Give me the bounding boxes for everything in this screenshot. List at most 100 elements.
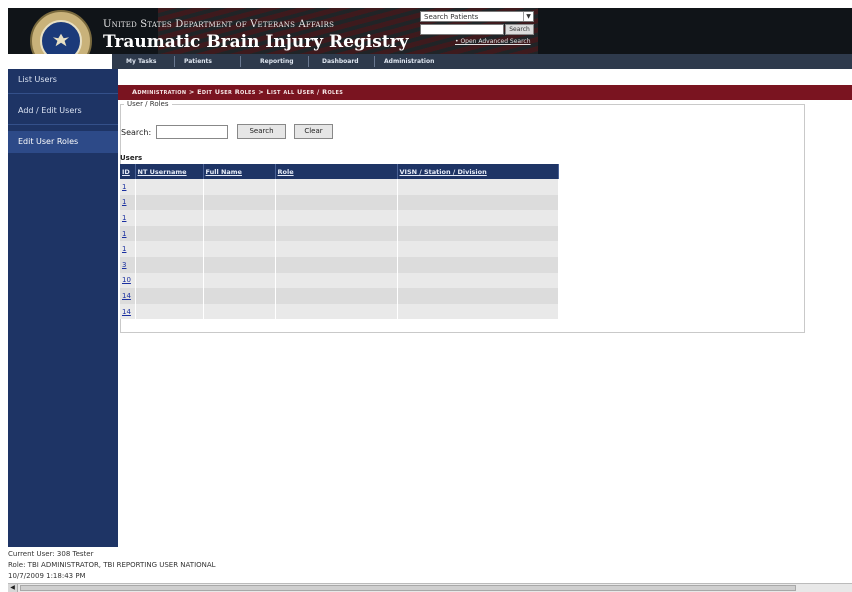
app-header: United States Department of Veterans Aff…: [8, 8, 852, 54]
top-nav: My Tasks Patients Reporting Dashboard Ad…: [112, 54, 852, 69]
table-cell: [397, 210, 559, 226]
table-cell: [275, 272, 398, 289]
scroll-left-icon[interactable]: ◀: [8, 584, 18, 592]
table-cell: [397, 225, 559, 242]
user-id-cell: 1: [120, 210, 136, 226]
search-label: Search:: [121, 128, 152, 137]
user-id-link[interactable]: 1: [122, 230, 126, 238]
table-cell: [203, 194, 276, 211]
user-id-cell: 10: [120, 272, 136, 289]
table-cell: [203, 241, 276, 257]
table-cell: [275, 303, 398, 320]
table-row: 3: [120, 256, 559, 273]
user-role-text: Role: TBI ADMINISTRATOR, TBI REPORTING U…: [8, 561, 216, 569]
clear-button[interactable]: Clear: [294, 124, 333, 139]
user-id-link[interactable]: 10: [122, 276, 131, 284]
table-cell: [275, 194, 398, 211]
table-cell: [275, 179, 398, 195]
nav-administration[interactable]: Administration: [384, 54, 434, 69]
agency-name: United States Department of Veterans Aff…: [103, 19, 335, 30]
user-id-cell: 3: [120, 256, 136, 273]
table-cell: [203, 303, 276, 320]
table-header-row: ID NT Username Full Name Role VISN / Sta…: [120, 164, 559, 179]
sidebar-item-edit-user-roles[interactable]: Edit User Roles: [8, 131, 118, 153]
user-id-cell: 14: [120, 288, 136, 304]
chevron-down-icon[interactable]: ▼: [523, 12, 533, 21]
table-cell: [203, 256, 276, 273]
sidebar-item-list-users[interactable]: List Users: [8, 69, 118, 91]
table-cell: [397, 288, 559, 304]
user-id-link[interactable]: 14: [122, 292, 131, 300]
user-id-link[interactable]: 14: [122, 308, 131, 316]
eagle-icon: [52, 33, 70, 47]
table-cell: [397, 272, 559, 289]
breadcrumb-bar: Administration > Edit User Roles > List …: [118, 85, 852, 100]
table-cell: [203, 288, 276, 304]
fieldset-legend: User / Roles: [124, 100, 172, 108]
table-row: 1: [120, 241, 559, 257]
column-header-visn[interactable]: VISN / Station / Division: [397, 164, 559, 179]
table-cell: [135, 241, 204, 257]
user-id-cell: 1: [120, 241, 136, 257]
table-row: 14: [120, 303, 559, 320]
table-row: 1: [120, 194, 559, 211]
table-cell: [397, 303, 559, 320]
user-id-cell: 1: [120, 179, 136, 195]
users-label: Users: [120, 154, 143, 162]
sidebar-item-add-edit-users[interactable]: Add / Edit Users: [8, 100, 118, 122]
breadcrumb: Administration > Edit User Roles > List …: [132, 88, 344, 96]
header-search-button[interactable]: Search: [505, 24, 534, 35]
table-row: 14: [120, 288, 559, 304]
timestamp-text: 10/7/2009 1:18:43 PM: [8, 572, 86, 580]
table-cell: [397, 194, 559, 211]
user-id-link[interactable]: 1: [122, 214, 126, 222]
table-cell: [135, 256, 204, 273]
table-cell: [135, 225, 204, 242]
table-cell: [397, 241, 559, 257]
table-cell: [275, 256, 398, 273]
user-id-link[interactable]: 1: [122, 183, 126, 191]
table-row: 1: [120, 179, 559, 195]
table-cell: [135, 272, 204, 289]
table-cell: [203, 225, 276, 242]
user-id-cell: 14: [120, 303, 136, 320]
header-search-input[interactable]: [420, 24, 504, 35]
column-header-full-name[interactable]: Full Name: [203, 164, 276, 179]
app-title: Traumatic Brain Injury Registry: [103, 32, 409, 52]
table-cell: [275, 241, 398, 257]
user-id-link[interactable]: 3: [122, 261, 126, 269]
search-input[interactable]: [156, 125, 228, 139]
table-cell: [135, 288, 204, 304]
scrollbar-thumb[interactable]: [20, 585, 796, 591]
column-header-id[interactable]: ID: [120, 164, 136, 179]
search-type-select[interactable]: Search Patients ▼: [420, 11, 534, 22]
table-cell: [135, 194, 204, 211]
table-cell: [203, 272, 276, 289]
nav-my-tasks[interactable]: My Tasks: [126, 54, 156, 69]
nav-dashboard[interactable]: Dashboard: [322, 54, 359, 69]
nav-patients[interactable]: Patients: [184, 54, 212, 69]
user-id-link[interactable]: 1: [122, 245, 126, 253]
user-id-link[interactable]: 1: [122, 198, 126, 206]
advanced-search-link[interactable]: • Open Advanced Search: [455, 38, 531, 45]
user-id-cell: 1: [120, 194, 136, 211]
table-row: 1: [120, 210, 559, 226]
table-cell: [203, 210, 276, 226]
table-cell: [203, 179, 276, 195]
table-cell: [275, 225, 398, 242]
table-cell: [275, 288, 398, 304]
table-cell: [397, 179, 559, 195]
search-button[interactable]: Search: [237, 124, 286, 139]
column-header-nt-username[interactable]: NT Username: [135, 164, 204, 179]
column-header-role[interactable]: Role: [275, 164, 398, 179]
table-cell: [397, 256, 559, 273]
table-cell: [275, 210, 398, 226]
table-cell: [135, 179, 204, 195]
nav-reporting[interactable]: Reporting: [260, 54, 294, 69]
table-cell: [135, 210, 204, 226]
va-seal-logo: [30, 10, 92, 54]
table-row: 10: [120, 272, 559, 289]
table-cell: [135, 303, 204, 320]
horizontal-scrollbar[interactable]: ◀: [8, 583, 852, 592]
users-table: ID NT Username Full Name Role VISN / Sta…: [120, 164, 559, 320]
